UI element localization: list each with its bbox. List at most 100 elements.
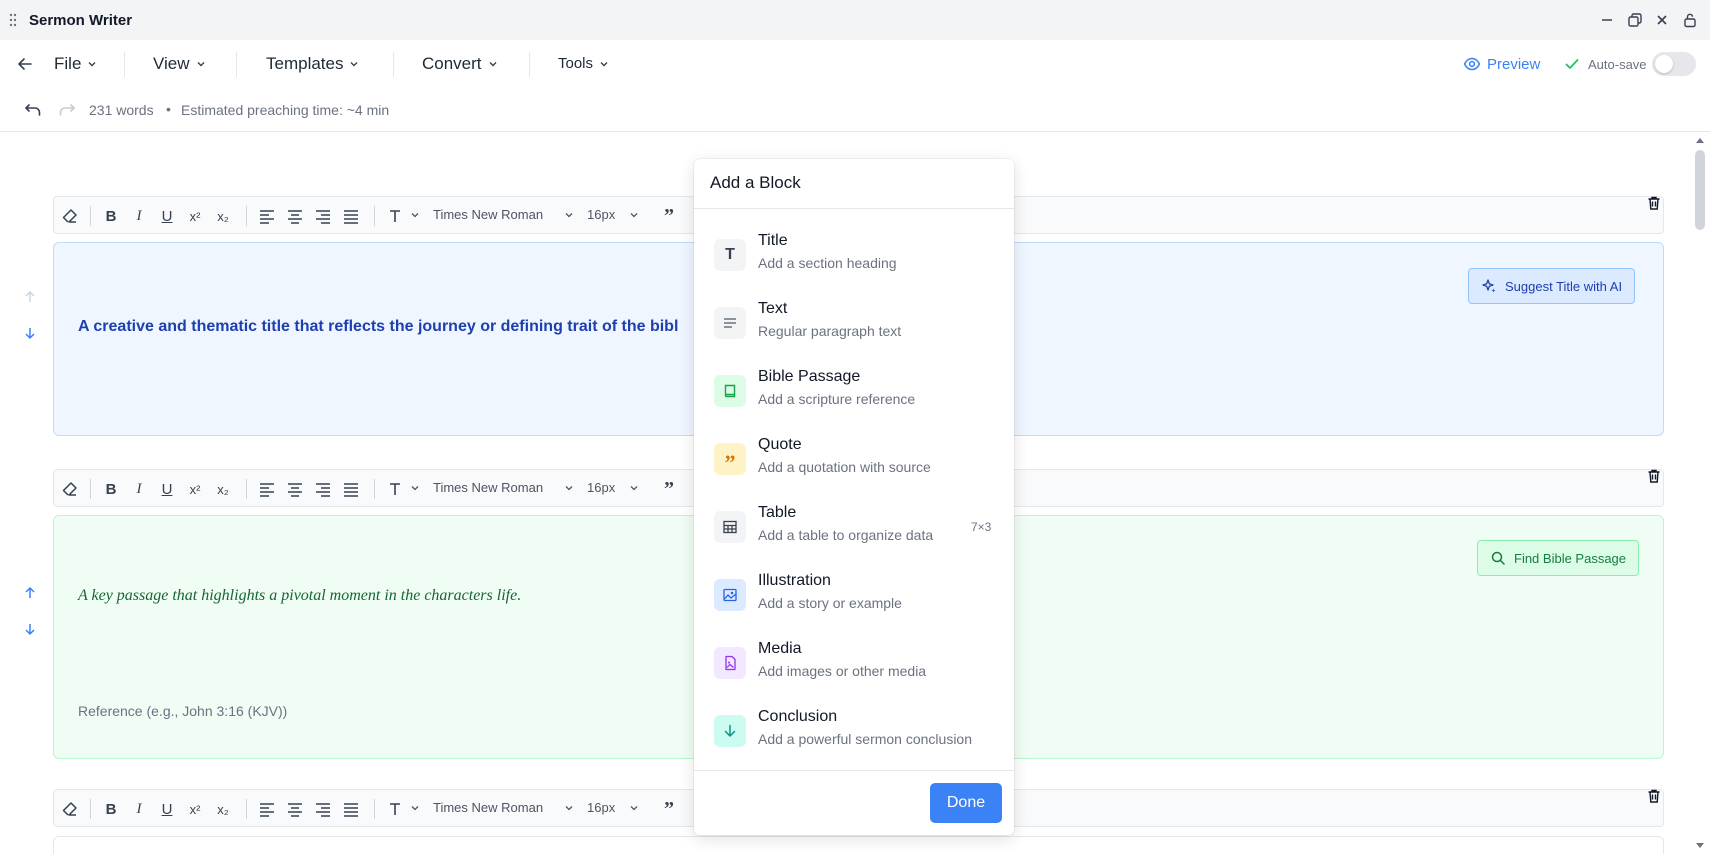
- block-option-conclusion[interactable]: Conclusion Add a powerful sermon conclus…: [694, 708, 1014, 772]
- chevron-down-icon[interactable]: [629, 483, 639, 493]
- italic-button[interactable]: I: [129, 479, 149, 499]
- autosave-toggle[interactable]: [1652, 52, 1696, 76]
- block-option-title[interactable]: T Title Add a section heading: [694, 232, 1014, 296]
- align-justify-icon[interactable]: [341, 799, 361, 819]
- subscript-button[interactable]: x₂: [213, 479, 233, 499]
- menu-templates[interactable]: Templates: [266, 54, 359, 74]
- bold-button[interactable]: B: [101, 206, 121, 226]
- align-left-icon[interactable]: [257, 479, 277, 499]
- text-style-icon[interactable]: [386, 479, 406, 499]
- close-button[interactable]: [1652, 10, 1672, 30]
- chevron-down-icon[interactable]: [564, 803, 574, 813]
- bold-button[interactable]: B: [101, 479, 121, 499]
- chevron-down-icon[interactable]: [410, 803, 420, 813]
- move-down-icon[interactable]: [22, 621, 38, 637]
- font-size-select[interactable]: 16px: [587, 480, 615, 495]
- chevron-down-icon[interactable]: [629, 803, 639, 813]
- align-justify-icon[interactable]: [341, 479, 361, 499]
- font-family-select[interactable]: Times New Roman: [433, 480, 543, 495]
- align-center-icon[interactable]: [285, 479, 305, 499]
- font-family-select[interactable]: Times New Roman: [433, 800, 543, 815]
- option-name: Media: [758, 640, 802, 657]
- chevron-down-icon: [197, 62, 205, 67]
- drag-handle-icon[interactable]: [9, 13, 17, 27]
- suggest-title-button[interactable]: Suggest Title with AI: [1468, 268, 1636, 304]
- menu-view[interactable]: View: [153, 54, 206, 74]
- underline-button[interactable]: U: [157, 799, 177, 819]
- option-name: Quote: [758, 436, 802, 453]
- align-right-icon[interactable]: [313, 479, 333, 499]
- block-option-quote[interactable]: ” Quote Add a quotation with source: [694, 436, 1014, 500]
- font-size-select[interactable]: 16px: [587, 207, 615, 222]
- image-icon: [714, 579, 746, 611]
- subscript-button[interactable]: x₂: [213, 206, 233, 226]
- undo-icon[interactable]: [24, 101, 42, 119]
- menu-tools[interactable]: Tools: [558, 55, 609, 72]
- align-left-icon[interactable]: [257, 206, 277, 226]
- align-center-icon[interactable]: [285, 799, 305, 819]
- eraser-icon[interactable]: [60, 799, 80, 819]
- superscript-button[interactable]: x²: [185, 479, 205, 499]
- chevron-down-icon[interactable]: [410, 483, 420, 493]
- redo-icon[interactable]: [58, 101, 76, 119]
- superscript-button[interactable]: x²: [185, 206, 205, 226]
- chevron-down-icon[interactable]: [629, 210, 639, 220]
- menu-file-label: File: [54, 54, 82, 73]
- back-arrow-icon[interactable]: [17, 56, 33, 72]
- trash-icon[interactable]: [1646, 468, 1662, 484]
- lock-button[interactable]: [1680, 10, 1700, 30]
- move-up-icon[interactable]: [22, 585, 38, 601]
- align-right-icon[interactable]: [313, 206, 333, 226]
- align-justify-icon[interactable]: [341, 206, 361, 226]
- scroll-up-icon[interactable]: [1695, 136, 1705, 144]
- done-button[interactable]: Done: [930, 783, 1002, 823]
- trash-icon[interactable]: [1646, 195, 1662, 211]
- subscript-button[interactable]: x₂: [213, 799, 233, 819]
- text-block[interactable]: [53, 836, 1664, 854]
- scrollbar-thumb[interactable]: [1695, 150, 1705, 230]
- quote-format-button[interactable]: ”: [659, 205, 679, 227]
- italic-button[interactable]: I: [129, 799, 149, 819]
- block-option-text[interactable]: Text Regular paragraph text: [694, 300, 1014, 364]
- move-down-icon[interactable]: [22, 325, 38, 341]
- block-option-illustration[interactable]: Illustration Add a story or example: [694, 572, 1014, 636]
- eraser-icon[interactable]: [60, 206, 80, 226]
- preview-button[interactable]: Preview: [1463, 55, 1540, 73]
- quote-format-button[interactable]: ”: [659, 478, 679, 500]
- menu-convert[interactable]: Convert: [422, 54, 498, 74]
- trash-icon[interactable]: [1646, 788, 1662, 804]
- superscript-button[interactable]: x²: [185, 799, 205, 819]
- text-style-icon[interactable]: [386, 206, 406, 226]
- title-bar: Sermon Writer: [0, 0, 1710, 40]
- underline-button[interactable]: U: [157, 479, 177, 499]
- chevron-down-icon[interactable]: [564, 483, 574, 493]
- block-option-table[interactable]: Table Add a table to organize data 7×3: [694, 504, 1014, 568]
- quote-format-button[interactable]: ”: [659, 798, 679, 820]
- font-family-select[interactable]: Times New Roman: [433, 207, 543, 222]
- bible-passage-text[interactable]: A key passage that highlights a pivotal …: [78, 587, 521, 605]
- menu-file[interactable]: File: [54, 54, 97, 74]
- italic-button[interactable]: I: [129, 206, 149, 226]
- restore-button[interactable]: [1625, 10, 1645, 30]
- align-left-icon[interactable]: [257, 799, 277, 819]
- find-bible-passage-button[interactable]: Find Bible Passage: [1477, 540, 1640, 576]
- scrollbar[interactable]: [1690, 132, 1710, 854]
- chevron-down-icon[interactable]: [564, 210, 574, 220]
- font-size-select[interactable]: 16px: [587, 800, 615, 815]
- move-up-icon[interactable]: [22, 289, 38, 305]
- eraser-icon[interactable]: [60, 479, 80, 499]
- preview-label: Preview: [1487, 55, 1541, 73]
- option-name: Table: [758, 504, 797, 521]
- minimize-button[interactable]: [1597, 10, 1617, 30]
- scroll-down-icon[interactable]: [1695, 842, 1705, 850]
- align-center-icon[interactable]: [285, 206, 305, 226]
- block-option-media[interactable]: Media Add images or other media: [694, 640, 1014, 704]
- reference-input[interactable]: Reference (e.g., John 3:16 (KJV)): [78, 703, 287, 719]
- text-style-icon[interactable]: [386, 799, 406, 819]
- underline-button[interactable]: U: [157, 206, 177, 226]
- bold-button[interactable]: B: [101, 799, 121, 819]
- block-option-bible-passage[interactable]: Bible Passage Add a scripture reference: [694, 368, 1014, 432]
- title-text[interactable]: A creative and thematic title that refle…: [78, 318, 678, 336]
- chevron-down-icon[interactable]: [410, 210, 420, 220]
- align-right-icon[interactable]: [313, 799, 333, 819]
